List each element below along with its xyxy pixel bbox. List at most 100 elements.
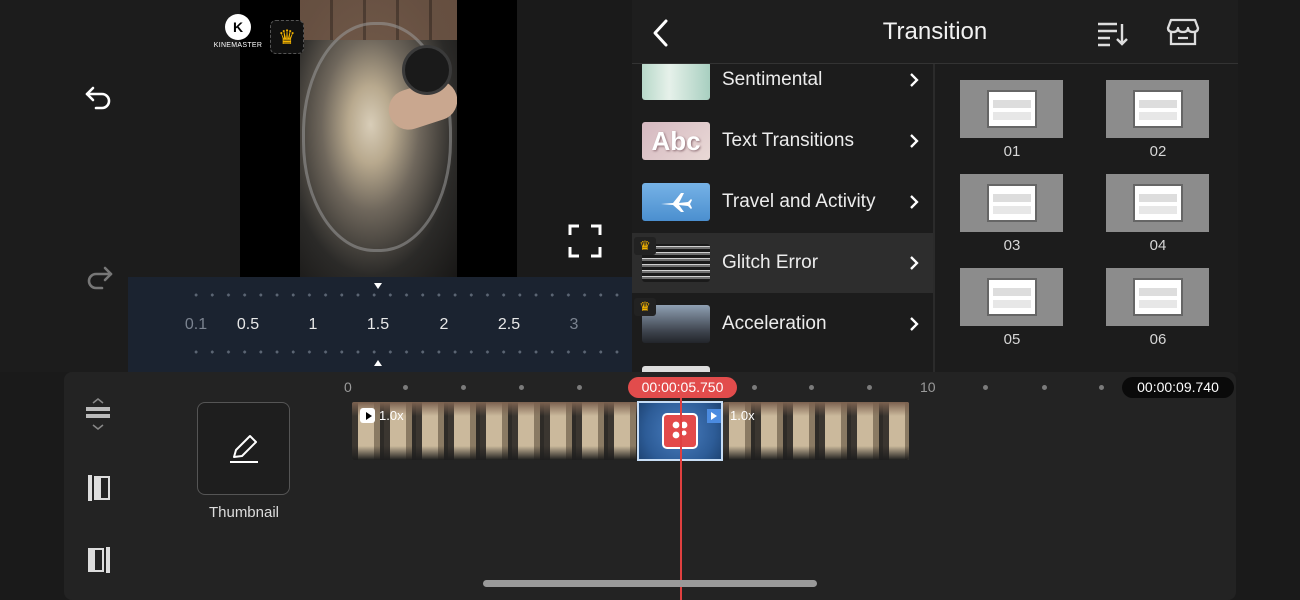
category-item[interactable] [632, 355, 933, 372]
category-item[interactable]: Abc Text Transitions [632, 111, 933, 171]
sort-button[interactable] [1094, 16, 1130, 50]
asset-store-button[interactable] [1164, 14, 1202, 50]
ruler-dot [403, 385, 408, 390]
chevron-right-icon [910, 317, 919, 331]
effect-label: 03 [1003, 237, 1021, 254]
speed-ruler[interactable]: 0.1 0.5 1 1.5 2 2.5 3 [128, 277, 632, 372]
ruler-dots-bottom [188, 350, 622, 354]
speed-pointer-top-icon [374, 283, 382, 289]
layer-expand-icon [86, 398, 110, 430]
trim-start-button[interactable] [82, 470, 116, 506]
effect-thumbnail [960, 80, 1063, 138]
chevron-right-icon [910, 256, 919, 270]
chevron-right-icon [910, 195, 919, 209]
ruler-mark: 0 [344, 379, 352, 395]
effect-thumbnail [960, 174, 1063, 232]
video-frame [300, 0, 457, 277]
effect-label: 06 [1149, 331, 1167, 348]
redo-button[interactable] [80, 258, 118, 296]
sort-icon [1098, 22, 1128, 47]
undo-icon [85, 86, 111, 110]
home-indicator [483, 580, 817, 587]
effect-label: 01 [1003, 143, 1021, 160]
crown-icon: ♛ [634, 237, 656, 255]
ruler-dot [867, 385, 872, 390]
kinemaster-logo-icon: K [225, 14, 251, 40]
redo-icon [87, 266, 113, 290]
video-clip[interactable]: 1.0x [352, 402, 638, 460]
speed-pointer-bottom-icon [374, 360, 382, 366]
ruler-dot [577, 385, 582, 390]
expand-layers-button[interactable] [80, 396, 116, 434]
category-label: Acceleration [722, 313, 827, 334]
lid-knob [402, 45, 452, 95]
chevron-right-icon [910, 73, 919, 87]
trim-end-button[interactable] [82, 542, 116, 578]
clip-speed-tag: 1.0x [360, 408, 404, 423]
ruler-dot [1099, 385, 1104, 390]
category-thumbnail [642, 183, 710, 221]
category-item[interactable]: ♛ Acceleration [632, 294, 933, 354]
ruler-dot [809, 385, 814, 390]
effect-label: 02 [1149, 143, 1167, 160]
transition-category-list[interactable]: Sentimental Abc Text Transitions Travel … [632, 64, 933, 372]
effect-item[interactable]: 05 [960, 268, 1064, 348]
speed-tick: 2 [439, 316, 449, 333]
crown-icon: ♛ [634, 298, 656, 316]
effect-item[interactable]: 06 [1106, 268, 1210, 348]
category-item[interactable]: Travel and Activity [632, 172, 933, 232]
transition-effect-grid[interactable]: 01 02 03 04 05 06 [935, 64, 1238, 372]
effect-item[interactable]: 02 [1106, 80, 1210, 160]
crown-icon: ♛ [278, 26, 296, 49]
speed-tick: 2.5 [497, 316, 521, 333]
video-clip[interactable]: 1.0x [723, 402, 909, 460]
play-icon [707, 409, 721, 423]
ruler-dot [752, 385, 757, 390]
effect-label: 05 [1003, 331, 1021, 348]
category-label: Text Transitions [722, 130, 854, 151]
fullscreen-button[interactable] [566, 222, 604, 260]
category-item-selected[interactable]: ♛ Glitch Error [632, 233, 933, 293]
watermark-text: KINEMASTER [213, 42, 263, 49]
clip-speed: 1.0x [730, 408, 755, 423]
clip-speed: 1.0x [379, 408, 404, 423]
store-icon [1166, 18, 1200, 46]
fullscreen-icon [568, 224, 602, 258]
clip-bottom [352, 446, 638, 460]
effect-item[interactable]: 03 [960, 174, 1064, 254]
category-label: Travel and Activity [722, 191, 876, 212]
kinemaster-watermark: K KINEMASTER [213, 14, 263, 58]
speed-tick: 3 [569, 316, 579, 333]
undo-button[interactable] [80, 78, 118, 116]
airplane-icon [661, 193, 692, 212]
play-icon [360, 408, 375, 423]
playhead[interactable] [680, 398, 682, 600]
effect-item[interactable]: 01 [960, 80, 1064, 160]
pencil-icon [229, 434, 258, 463]
category-thumbnail: Abc [642, 122, 710, 160]
current-time-badge: 00:00:05.750 [628, 377, 737, 398]
category-label: Glitch Error [722, 252, 819, 273]
category-item[interactable]: Sentimental [632, 64, 933, 110]
speed-tick: 0.1 [184, 316, 208, 333]
ruler-dot [983, 385, 988, 390]
trim-end-icon [88, 547, 110, 573]
premium-crown-button[interactable]: ♛ [270, 20, 304, 54]
panel-title: Transition [882, 18, 988, 45]
ruler-dot [519, 385, 524, 390]
clip-bottom [723, 446, 909, 460]
effect-thumbnail [1106, 268, 1209, 326]
thumbnail-button[interactable] [197, 402, 290, 495]
speed-tick: 0.5 [236, 316, 260, 333]
transition-header: Transition [632, 0, 1238, 64]
effect-thumbnail [1106, 174, 1209, 232]
ruler-mark: 10 [920, 379, 936, 395]
effect-item[interactable]: 04 [1106, 174, 1210, 254]
ruler-dot [461, 385, 466, 390]
ruler-dots-top [188, 293, 622, 297]
trim-start-icon [88, 475, 110, 501]
category-label: Sentimental [722, 69, 823, 90]
clip-speed-tag: 1.0x [730, 408, 755, 423]
speed-tick-selected: 1.5 [366, 316, 390, 333]
category-thumbnail [642, 64, 710, 100]
